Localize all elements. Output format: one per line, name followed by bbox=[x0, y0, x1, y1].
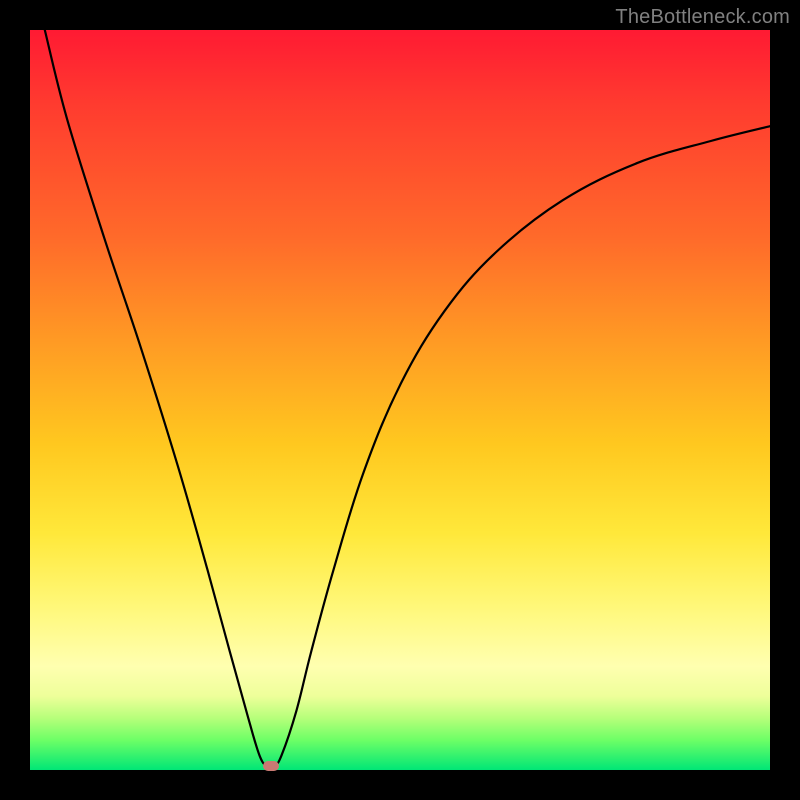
chart-frame: TheBottleneck.com bbox=[0, 0, 800, 800]
minimum-marker bbox=[263, 761, 279, 771]
bottleneck-curve bbox=[30, 30, 770, 770]
plot-area bbox=[30, 30, 770, 770]
watermark-text: TheBottleneck.com bbox=[615, 6, 790, 29]
